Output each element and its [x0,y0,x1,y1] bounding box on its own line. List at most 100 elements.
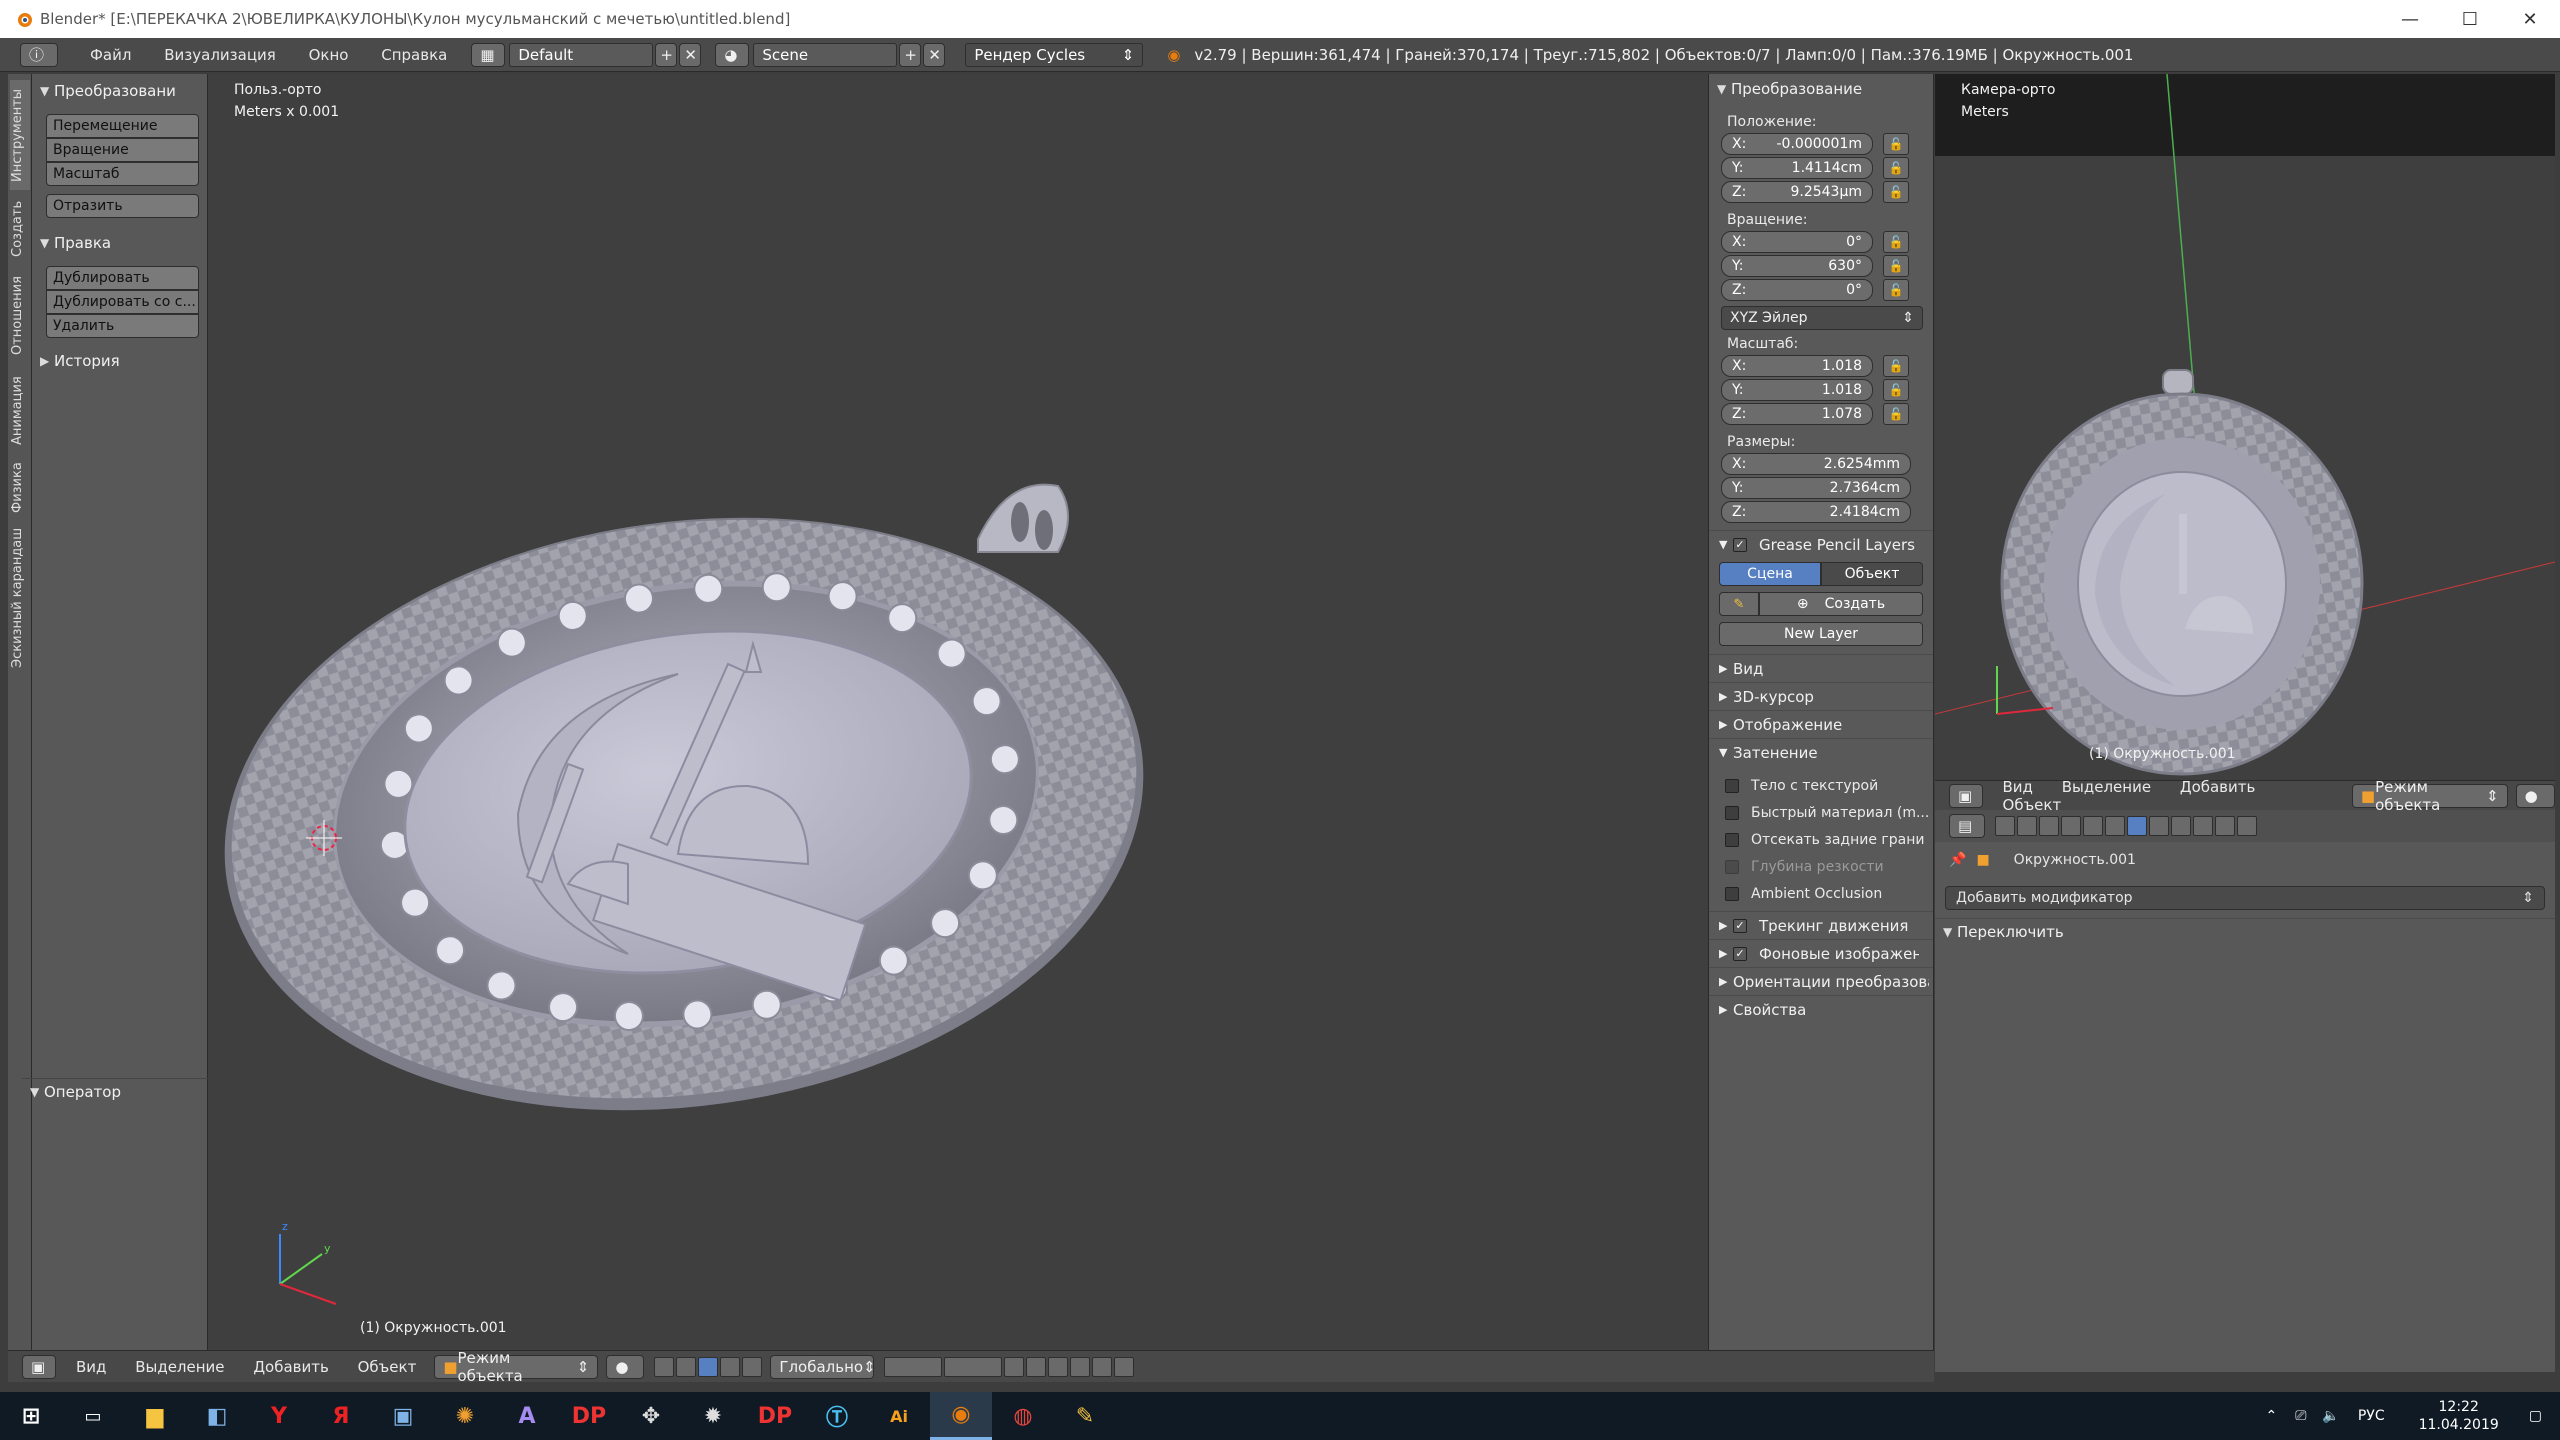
display-panel-header[interactable]: ▶ Отображение [1709,710,1933,738]
material-tab-icon[interactable] [2171,816,2191,836]
menu-window[interactable]: Окно [309,46,349,64]
duplicate-button[interactable]: Дублировать [46,266,199,290]
rotate-button[interactable]: Вращение [46,138,199,162]
main-3d-viewport[interactable]: Польз.-орто Meters x 0.001 z y (1) Окруж… [208,74,1708,1350]
snap-icon[interactable] [1048,1356,1069,1377]
gp-create-button[interactable]: ⊕ Создать [1759,592,1923,616]
remove-scene-icon[interactable]: ✕ [923,42,946,67]
shading-panel-header[interactable]: ▼ Затенение [1709,738,1933,766]
ambient-occlusion-option[interactable]: Ambient Occlusion [1709,880,1933,907]
lock-icon[interactable]: 🔓 [1883,379,1909,401]
rotation-y-field[interactable]: Y: 630° [1721,255,1873,277]
add-scene-icon[interactable]: + [899,42,922,67]
render-engine-select[interactable]: Рендер Cycles ⇕ [965,42,1144,67]
transform-orientations-panel-header[interactable]: ▶Ориентации преобразования [1709,967,1933,995]
lock-icon[interactable]: 🔓 [1883,255,1909,277]
opengl-anim-icon[interactable] [1114,1356,1135,1377]
menu-render[interactable]: Визуализация [164,46,276,64]
tab-create[interactable]: Создать [10,194,30,264]
yandex-icon[interactable]: Я [310,1392,372,1440]
network-icon[interactable]: ⎚ [2295,1408,2306,1424]
scale-manipulator-icon[interactable] [742,1356,763,1377]
app-icon-2[interactable]: ▣ [372,1392,434,1440]
dimensions-z-field[interactable]: Z: 2.4184cm [1721,501,1911,523]
tab-relations[interactable]: Отношения [10,268,30,364]
location-z-field[interactable]: Z: 9.2543μm [1721,181,1873,203]
notifications-icon[interactable]: ▢ [2529,1408,2542,1424]
pendant-model[interactable]: z y [208,74,1708,1350]
menu-view[interactable]: Вид [2003,778,2033,796]
world-tab-icon[interactable] [2061,816,2081,836]
illustrator-icon[interactable]: Ai [868,1392,930,1440]
menu-add[interactable]: Добавить [2180,778,2256,796]
mirror-button[interactable]: Отразить [46,194,199,218]
tab-physics[interactable]: Физика [10,458,30,518]
lock-icon[interactable]: 🔓 [1883,279,1909,301]
motion-tracking-panel-header[interactable]: ▶ ✓ Трекинг движения [1709,911,1933,939]
checkbox[interactable] [1725,859,1739,874]
yandex-browser-icon[interactable]: Y [248,1392,310,1440]
dp-app-icon-1[interactable]: DP [558,1392,620,1440]
clock[interactable]: 12:22 11.04.2019 [2419,1398,2499,1434]
mode-select[interactable]: ■ Режим объекта ⇕ [434,1349,599,1385]
language-indicator[interactable]: РУС [2358,1408,2385,1424]
checkbox[interactable] [1725,778,1739,793]
layer-grid-1-icon[interactable] [884,1356,943,1377]
switch-panel-header[interactable]: ▼ Переключить [1935,918,2555,944]
3d-cursor-panel-header[interactable]: ▶ 3D-курсор [1709,682,1933,710]
proportional-edit-icon[interactable] [1026,1356,1047,1377]
object-tab-icon[interactable] [2083,816,2103,836]
checkbox[interactable]: ✓ [1733,946,1747,961]
scene-tab-icon[interactable] [2039,816,2059,836]
duplicate-linked-button[interactable]: Дублировать со с... [46,290,199,314]
tab-animation[interactable]: Анимация [10,368,30,454]
grease-pencil-panel-header[interactable]: ▼ ✓ Grease Pencil Layers [1709,530,1933,558]
checkbox[interactable] [1725,805,1739,820]
rotation-z-field[interactable]: Z: 0° [1721,279,1873,301]
volume-icon[interactable]: 🔈 [2322,1408,2339,1424]
snap-target-icon[interactable] [1070,1356,1091,1377]
add-layout-icon[interactable]: + [655,42,678,67]
checkbox[interactable] [1725,832,1739,847]
camera-viewport[interactable]: Камера-орто Meters (1) Окружность.001 [1935,74,2555,780]
physics-tab-icon[interactable] [2237,816,2257,836]
render-layers-tab-icon[interactable] [2017,816,2037,836]
editor-type-info-icon[interactable]: ⓘ [20,42,58,67]
panel-operator-header[interactable]: ▼ Оператор [22,1078,208,1104]
task-view-icon[interactable]: ▭ [62,1392,124,1440]
tab-grease-pencil[interactable]: Эскизный карандаш [10,522,30,674]
file-explorer-icon[interactable]: ▆ [124,1392,186,1440]
app-icon-5[interactable]: ✥ [620,1392,682,1440]
scale-x-field[interactable]: X: 1.018 [1721,355,1873,377]
editor-type-icon[interactable]: ▣ [22,1354,56,1379]
checkbox[interactable]: ✓ [1733,918,1747,933]
menu-view[interactable]: Вид [76,1358,106,1376]
opengl-render-icon[interactable] [1092,1356,1113,1377]
rotation-mode-select[interactable]: XYZ Эйлер ⇕ [1721,306,1923,330]
particles-tab-icon[interactable] [2215,816,2235,836]
dimensions-x-field[interactable]: X: 2.6254mm [1721,453,1911,475]
lock-layers-icon[interactable] [1004,1356,1025,1377]
rotate-manipulator-icon[interactable] [720,1356,741,1377]
dimensions-y-field[interactable]: Y: 2.7364cm [1721,477,1911,499]
lock-icon[interactable]: 🔓 [1883,355,1909,377]
checkbox[interactable] [1725,886,1739,901]
tab-tools[interactable]: Инструменты [10,80,30,190]
app-icon-6[interactable]: ✹ [682,1392,744,1440]
app-icon-3[interactable]: ✺ [434,1392,496,1440]
rotation-x-field[interactable]: X: 0° [1721,231,1873,253]
layer-grid-2-icon[interactable] [944,1356,1003,1377]
modifiers-tab-icon[interactable] [2127,816,2147,836]
manipulator-toggle-icon[interactable] [676,1356,697,1377]
constraints-tab-icon[interactable] [2105,816,2125,836]
minimize-button[interactable]: — [2380,0,2440,38]
dp-app-icon-2[interactable]: DP [744,1392,806,1440]
lock-icon[interactable]: 🔓 [1883,181,1909,203]
close-button[interactable]: ✕ [2500,0,2560,38]
app-icon-4[interactable]: A [496,1392,558,1440]
depth-of-field-option[interactable]: Глубина резкости [1709,853,1933,880]
data-tab-icon[interactable] [2149,816,2169,836]
layout-grid-icon[interactable]: ▦ [471,42,506,67]
texture-tab-icon[interactable] [2193,816,2213,836]
app-icon-7[interactable]: Ⓣ [806,1392,868,1440]
